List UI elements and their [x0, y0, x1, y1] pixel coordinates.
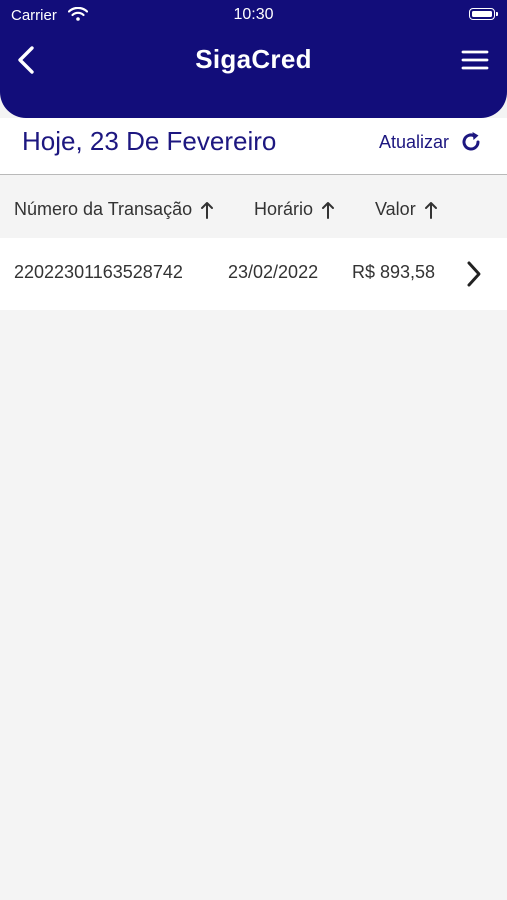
- status-bar: Carrier 10:30: [0, 0, 507, 30]
- app-title: SigaCred: [195, 44, 312, 74]
- transaction-number-cell: 22022301163528742: [14, 262, 183, 282]
- refresh-icon: [462, 132, 480, 151]
- hamburger-menu-icon: [461, 50, 489, 70]
- time-cell: 23/02/2022: [228, 262, 319, 282]
- menu-button[interactable]: [461, 47, 489, 73]
- column-header-value[interactable]: Valor: [375, 199, 438, 220]
- table-header: Número da Transação Horário Valor: [0, 175, 507, 237]
- value-cell: R$ 893,58: [352, 262, 436, 282]
- date-section: Hoje, 23 De Fevereiro Atualizar: [0, 118, 507, 174]
- app-header: Carrier 10:30 SigaCred: [0, 0, 507, 118]
- column-header-time[interactable]: Horário: [254, 199, 335, 220]
- arrow-up-icon: [322, 201, 335, 219]
- arrow-up-icon: [424, 201, 437, 219]
- arrow-up-icon: [201, 201, 214, 219]
- battery-icon: [469, 8, 498, 20]
- column-label: Valor: [375, 199, 416, 219]
- column-label: Horário: [254, 199, 314, 219]
- refresh-label: Atualizar: [378, 131, 449, 152]
- column-header-transaction-number[interactable]: Número da Transação: [14, 199, 214, 220]
- chevron-right-icon: [467, 261, 481, 287]
- status-time: 10:30: [233, 6, 274, 23]
- refresh-button[interactable]: Atualizar: [379, 128, 483, 156]
- column-label: Número da Transação: [14, 199, 193, 219]
- date-title: Hoje, 23 De Fevereiro: [22, 126, 277, 156]
- table-row[interactable]: 22022301163528742 23/02/2022 R$ 893,58: [0, 238, 507, 310]
